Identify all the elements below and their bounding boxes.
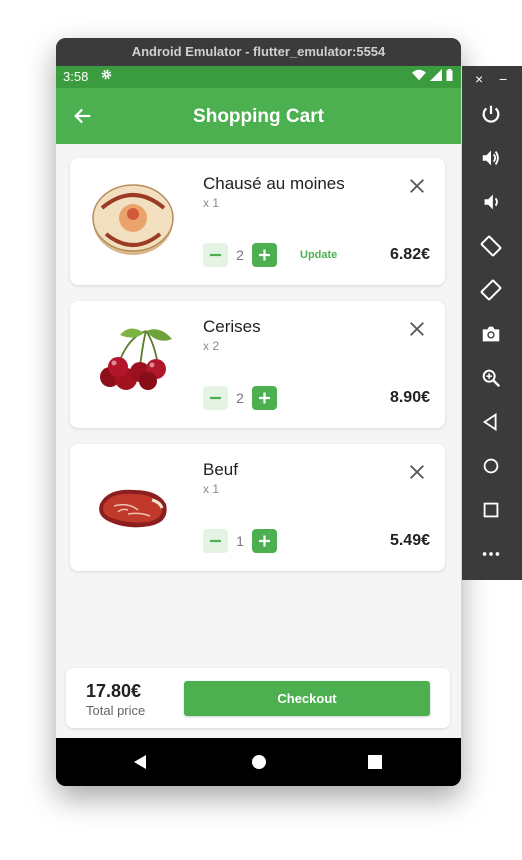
overview-icon[interactable]: [480, 499, 502, 521]
minus-icon: [210, 253, 221, 257]
emulator-close-button[interactable]: ×: [475, 71, 483, 87]
minus-icon: [210, 396, 221, 400]
plus-icon: [259, 392, 270, 404]
total-price-value: 17.80€: [86, 681, 142, 701]
zoom-icon[interactable]: [480, 367, 502, 389]
power-icon[interactable]: [480, 103, 502, 125]
nav-back-icon[interactable]: [132, 754, 148, 770]
page-title: Shopping Cart: [193, 106, 324, 127]
item-count: 2: [236, 390, 244, 406]
cart-item: Cerises x 2 2 8.90€: [70, 301, 445, 428]
cart-item: Beuf x 1 1 5.49€: [70, 444, 445, 571]
item-quantity-label: x 1: [203, 482, 220, 496]
remove-item-close-icon[interactable]: [408, 177, 426, 195]
checkout-button[interactable]: Checkout: [184, 681, 430, 716]
decrease-quantity-button[interactable]: [203, 529, 228, 553]
more-icon[interactable]: [480, 543, 502, 565]
item-name: Beuf: [203, 460, 238, 479]
remove-item-close-icon[interactable]: [408, 320, 426, 338]
nav-overview-icon[interactable]: [367, 754, 383, 770]
remove-item-close-icon[interactable]: [408, 463, 426, 481]
increase-quantity-button[interactable]: [252, 243, 277, 267]
cart-summary: 17.80€ Total price Checkout: [66, 668, 450, 728]
volume-up-icon[interactable]: [480, 147, 502, 169]
item-quantity-label: x 1: [203, 196, 220, 210]
increase-quantity-button[interactable]: [252, 529, 277, 553]
status-bar: 3:58: [56, 66, 461, 88]
rotate-right-icon[interactable]: [480, 279, 502, 301]
item-quantity-label: x 2: [203, 339, 220, 353]
settings-gear-icon: [100, 68, 113, 84]
decrease-quantity-button[interactable]: [203, 243, 228, 267]
status-time: 3:58: [63, 69, 89, 84]
rotate-left-icon[interactable]: [480, 235, 502, 257]
cart-list: Chausé au moines x 1 2 Update 6.82€ Ceri…: [56, 144, 461, 738]
item-price: 6.82€: [389, 246, 430, 263]
status-icons: [412, 69, 453, 81]
system-navigation-bar: [56, 738, 461, 786]
home-icon[interactable]: [480, 455, 502, 477]
total-price-label: Total price: [86, 703, 146, 718]
emulator-window: Android Emulator - flutter_emulator:5554…: [56, 38, 461, 786]
plus-icon: [259, 249, 270, 261]
camera-icon[interactable]: [480, 323, 502, 345]
beef-image: [88, 460, 178, 550]
item-count: 2: [236, 247, 244, 263]
app-bar: Shopping Cart: [56, 88, 461, 144]
nav-home-icon[interactable]: [251, 754, 267, 770]
item-name: Cerises: [203, 317, 261, 336]
cherries-image: [88, 317, 178, 407]
emulator-minimize-button[interactable]: −: [499, 71, 507, 87]
volume-down-icon[interactable]: [480, 191, 502, 213]
item-price: 8.90€: [389, 389, 430, 406]
battery-icon: [446, 69, 453, 81]
item-price: 5.49€: [389, 532, 430, 549]
cart-item: Chausé au moines x 1 2 Update 6.82€: [70, 158, 445, 285]
back-icon[interactable]: [480, 411, 502, 433]
item-count: 1: [236, 533, 244, 549]
minus-icon: [210, 539, 221, 543]
update-button[interactable]: Update: [300, 249, 337, 261]
plus-icon: [259, 535, 270, 547]
signal-icon: [430, 69, 442, 81]
item-name: Chausé au moines: [203, 174, 345, 193]
decrease-quantity-button[interactable]: [203, 386, 228, 410]
cheese-image: [88, 174, 178, 264]
emulator-title: Android Emulator - flutter_emulator:5554: [56, 38, 461, 66]
emulator-side-panel: × −: [462, 66, 522, 580]
increase-quantity-button[interactable]: [252, 386, 277, 410]
wifi-icon: [412, 69, 426, 81]
